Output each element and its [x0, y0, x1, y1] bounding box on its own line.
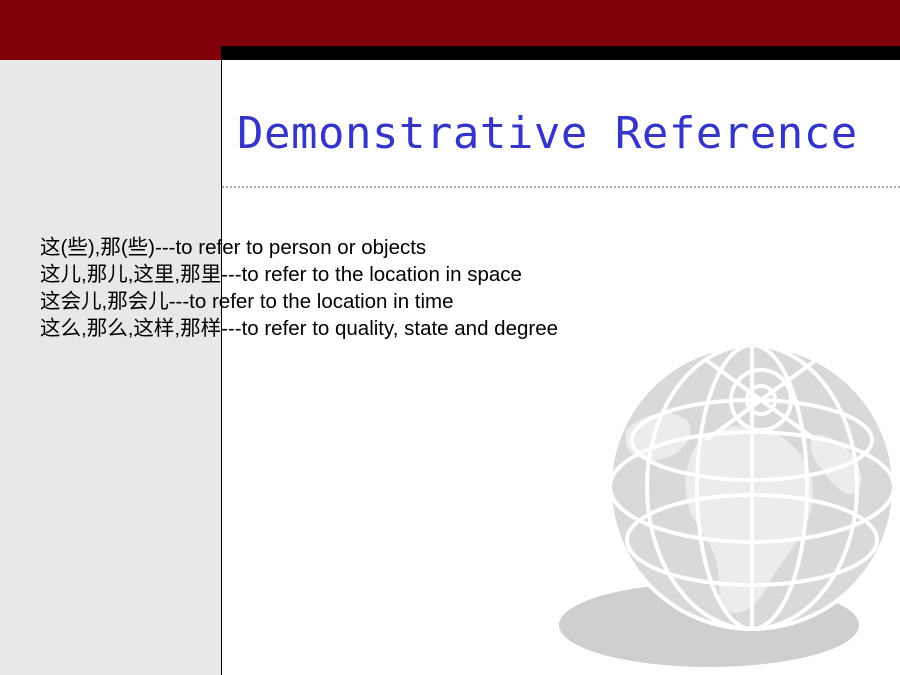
list-item: 这儿,那儿,这里,那里---to refer to the location i… — [40, 263, 522, 286]
title-underline — [222, 186, 900, 188]
slide-title: Demonstrative Reference — [237, 108, 858, 159]
left-panel — [0, 60, 221, 675]
globe-icon — [559, 343, 896, 667]
list-item: 这会儿,那会儿---to refer to the location in ti… — [40, 290, 454, 313]
vertical-divider — [221, 46, 222, 675]
bullet-list: 这(些),那(些)---to refer to person or object… — [40, 234, 558, 342]
header-rule — [222, 46, 900, 60]
list-item: 这(些),那(些)---to refer to person or object… — [40, 236, 427, 259]
list-item: 这么,那么,这样,那样---to refer to quality, state… — [40, 317, 558, 340]
